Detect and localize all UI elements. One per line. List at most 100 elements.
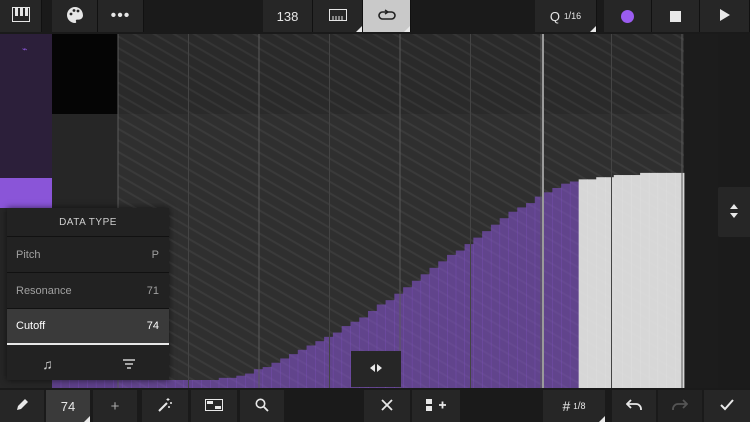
automation-step-bar[interactable] (218, 377, 228, 388)
automation-step-bar[interactable] (631, 175, 641, 388)
magic-wand-button[interactable] (142, 390, 188, 422)
automation-step-bar[interactable] (473, 237, 483, 388)
add-event-button[interactable] (412, 390, 460, 422)
automation-step-bar[interactable] (438, 261, 448, 388)
automation-step-bar[interactable] (420, 274, 430, 388)
automation-step-bar[interactable] (499, 218, 509, 388)
pencil-tool-button[interactable] (0, 390, 44, 422)
automation-step-bar[interactable] (543, 192, 553, 388)
automation-step-bar[interactable] (613, 175, 623, 388)
quantize-label: Q (549, 8, 560, 24)
automation-step-bar[interactable] (657, 172, 667, 388)
automation-step-bar[interactable] (622, 175, 632, 388)
cc-range-indicator[interactable] (0, 178, 52, 208)
data-type-item-resonance[interactable]: Resonance 71 (7, 273, 169, 309)
horizontal-resize-handle[interactable] (351, 351, 401, 387)
palette-button[interactable] (52, 0, 98, 32)
filter-tab[interactable] (88, 348, 169, 380)
stop-icon (670, 10, 681, 22)
automation-step-bar[interactable] (561, 183, 571, 388)
automation-step-bar[interactable] (482, 231, 492, 388)
zoom-button[interactable] (240, 390, 284, 422)
automation-step-bar[interactable] (253, 369, 264, 388)
automation-step-bar[interactable] (324, 336, 334, 388)
automation-step-bar[interactable] (490, 224, 501, 388)
palette-icon (66, 6, 84, 27)
automation-step-bar[interactable] (341, 326, 351, 388)
automation-step-bar[interactable] (306, 345, 316, 388)
data-type-item-cutoff[interactable]: Cutoff 74 (7, 309, 169, 345)
automation-step-bar[interactable] (210, 380, 220, 388)
metronome-ruler-button[interactable] (313, 0, 363, 32)
automation-step-bar[interactable] (315, 341, 325, 388)
delete-button[interactable] (364, 390, 410, 422)
automation-step-bar[interactable] (227, 377, 237, 388)
play-button[interactable] (700, 0, 750, 32)
automation-step-bar[interactable] (236, 375, 246, 388)
automation-step-bar[interactable] (648, 172, 659, 388)
lane-marker-icon: ⌁ (22, 44, 28, 54)
automation-step-bar[interactable] (526, 203, 536, 388)
loop-icon (377, 8, 396, 24)
item-value: 74 (146, 320, 159, 332)
panel-footer: ♫ (7, 348, 169, 380)
piano-icon (11, 7, 30, 25)
automation-step-bar[interactable] (403, 287, 413, 388)
note-tab[interactable]: ♫ (7, 348, 88, 380)
cc-number-value: 74 (60, 398, 76, 414)
automation-step-bar[interactable] (587, 179, 597, 388)
automation-step-bar[interactable] (447, 254, 457, 388)
confirm-button[interactable] (704, 390, 750, 422)
automation-step-bar[interactable] (332, 332, 343, 388)
vertical-resize-handle[interactable] (718, 187, 750, 237)
automation-step-bar[interactable] (552, 187, 562, 388)
automation-step-bar[interactable] (289, 354, 299, 388)
automation-step-bar[interactable] (192, 380, 202, 388)
automation-step-bar[interactable] (569, 181, 580, 388)
undo-button[interactable] (612, 390, 656, 422)
automation-step-bar[interactable] (280, 358, 290, 388)
automation-step-bar[interactable] (605, 177, 615, 388)
quantize-button[interactable]: Q 1 / 16 (535, 0, 597, 32)
cc-lane-strip: ⌁ (0, 34, 52, 178)
automation-step-bar[interactable] (596, 177, 606, 388)
automation-step-bar[interactable] (508, 211, 518, 388)
automation-step-bar[interactable] (464, 244, 474, 388)
editor-right-gutter (684, 34, 718, 388)
automation-step-bar[interactable] (517, 207, 527, 388)
automation-step-bar[interactable] (262, 367, 272, 388)
layout-button[interactable] (191, 390, 237, 422)
automation-step-bar[interactable] (297, 349, 307, 388)
record-button[interactable] (604, 0, 652, 32)
cc-number-button[interactable]: 74 (46, 390, 90, 422)
automation-step-bar[interactable] (166, 380, 176, 388)
tempo-button[interactable]: 138 (263, 0, 313, 32)
ruler-icon (328, 8, 347, 24)
grid-size-button[interactable]: # 1 / 8 (543, 390, 605, 422)
automation-step-bar[interactable] (429, 267, 439, 388)
redo-button[interactable] (658, 390, 702, 422)
automation-step-bar[interactable] (411, 280, 422, 388)
layout-icon (205, 398, 223, 414)
more-button[interactable]: ••• (98, 0, 144, 32)
pencil-icon (15, 398, 29, 415)
quantize-denominator: 16 (571, 11, 582, 21)
automation-step-bar[interactable] (455, 250, 465, 388)
automation-step-bar[interactable] (245, 373, 255, 388)
item-value: P (151, 248, 159, 261)
automation-step-bar[interactable] (666, 172, 676, 388)
automation-step-bar[interactable] (271, 362, 281, 388)
automation-step-bar[interactable] (174, 380, 185, 388)
stop-button[interactable] (652, 0, 700, 32)
automation-step-bar[interactable] (675, 172, 685, 388)
automation-step-bar[interactable] (640, 172, 650, 388)
loop-button[interactable] (363, 0, 411, 32)
add-lane-button[interactable]: + (93, 390, 137, 422)
tempo-value: 138 (276, 8, 299, 24)
redo-icon (672, 398, 689, 414)
grid-denominator: 8 (580, 401, 586, 411)
data-type-item-pitch[interactable]: Pitch P (7, 237, 169, 273)
piano-keys-button[interactable] (0, 0, 42, 32)
automation-step-bar[interactable] (578, 179, 588, 388)
automation-step-bar[interactable] (201, 380, 211, 388)
